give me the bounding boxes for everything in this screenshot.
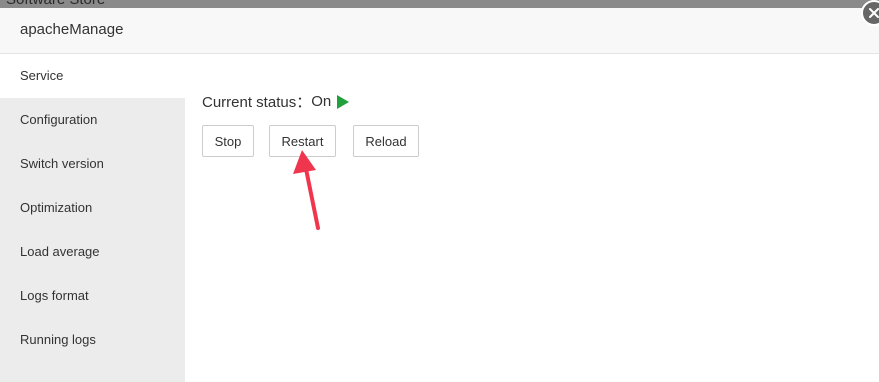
dialog-title: apacheManage — [20, 21, 124, 38]
sidebar-item-optimization[interactable]: Optimization — [0, 186, 185, 230]
sidebar-item-configuration[interactable]: Configuration — [0, 98, 185, 142]
reload-button[interactable]: Reload — [353, 125, 419, 157]
current-status: Current status：On — [202, 91, 350, 112]
sidebar-item-load-average[interactable]: Load average — [0, 230, 185, 274]
annotation-arrow-icon — [293, 150, 320, 230]
status-value: On — [311, 93, 332, 110]
sidebar-item-service[interactable]: Service — [0, 54, 185, 98]
sidebar-item-logs-format[interactable]: Logs format — [0, 274, 185, 318]
close-icon — [869, 8, 879, 18]
background-window-titlebar: Software Store — [0, 0, 879, 8]
apache-manage-dialog: apacheManage Service Configuration Switc… — [0, 0, 879, 382]
play-icon — [337, 94, 350, 109]
sidebar-item-running-logs[interactable]: Running logs — [0, 318, 185, 362]
status-label: Current status： — [202, 94, 312, 111]
stop-button[interactable]: Stop — [202, 125, 254, 157]
close-button[interactable] — [861, 0, 879, 26]
background-window-title: Software Store — [6, 0, 105, 8]
dialog-header: apacheManage — [0, 0, 879, 54]
sidebar-item-switch-version[interactable]: Switch version — [0, 142, 185, 186]
sidebar: Service Configuration Switch version Opt… — [0, 54, 185, 382]
